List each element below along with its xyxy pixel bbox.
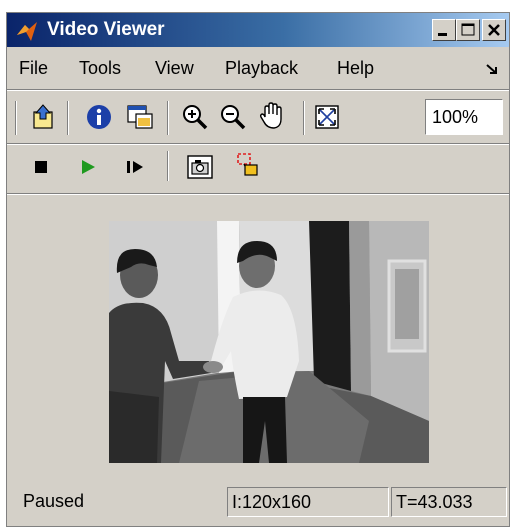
menu-tools[interactable]: Tools — [79, 57, 121, 79]
menu-view[interactable]: View — [155, 57, 194, 79]
toolbar-separator — [303, 101, 305, 135]
toolbar-separator — [167, 151, 169, 181]
dock-arrow-icon[interactable] — [485, 63, 499, 75]
playback-status: Paused — [23, 491, 85, 511]
info-icon[interactable] — [85, 103, 113, 131]
toolbar-grip — [15, 101, 17, 135]
minimize-button[interactable] — [432, 19, 456, 41]
pan-hand-icon[interactable] — [257, 101, 287, 131]
menu-bar: File Tools View Playback Help — [7, 49, 509, 85]
matlab-logo-icon — [17, 22, 37, 41]
zoom-in-icon[interactable] — [181, 103, 209, 131]
toolbar-separator — [67, 101, 69, 135]
close-button[interactable] — [482, 19, 506, 41]
play-icon[interactable] — [77, 157, 99, 177]
new-window-icon[interactable] — [125, 103, 155, 131]
title-bar[interactable]: Video Viewer — [7, 13, 509, 47]
close-icon — [488, 24, 500, 36]
zoom-out-icon[interactable] — [219, 103, 247, 131]
minimize-icon — [438, 33, 447, 36]
open-file-icon[interactable] — [29, 103, 57, 131]
snapshot-camera-icon[interactable] — [185, 153, 215, 181]
image-size-field: I:120x160 — [227, 487, 389, 517]
highlight-icon[interactable] — [233, 151, 263, 181]
toolbar-separator-horizontal — [7, 143, 509, 145]
time-field: T=43.033 — [391, 487, 507, 517]
menu-help[interactable]: Help — [337, 57, 374, 79]
stop-icon[interactable] — [31, 157, 51, 177]
status-bar: Paused I:120x160 T=43.033 — [7, 483, 509, 523]
zoom-level-field[interactable]: 100% — [425, 99, 503, 135]
toolbar-separator — [167, 101, 169, 135]
menu-separator — [7, 89, 509, 91]
video-frame[interactable] — [109, 221, 429, 463]
maximize-icon — [461, 23, 475, 36]
fit-to-window-icon[interactable] — [313, 103, 341, 131]
video-viewer-window: Video Viewer File Tools View Playback He… — [6, 12, 510, 527]
toolbar-bottom-separator — [7, 193, 509, 195]
window-title: Video Viewer — [47, 19, 165, 40]
step-forward-icon[interactable] — [123, 157, 147, 177]
maximize-button[interactable] — [456, 19, 480, 41]
playback-toolbar — [7, 147, 509, 187]
video-frame-image — [109, 221, 429, 463]
menu-playback[interactable]: Playback — [225, 57, 298, 79]
menu-file[interactable]: File — [19, 57, 48, 79]
